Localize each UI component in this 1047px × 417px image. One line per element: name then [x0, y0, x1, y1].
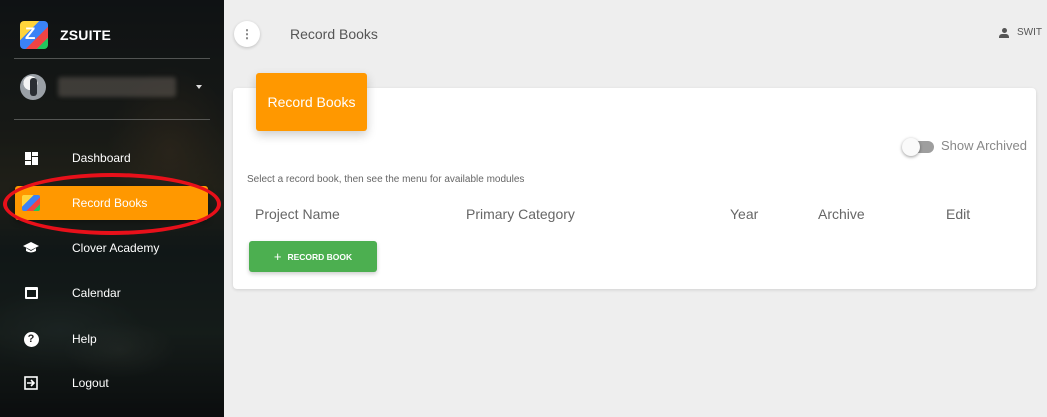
user-menu[interactable]	[20, 72, 210, 102]
dashboard-icon	[21, 148, 41, 168]
page-title: Record Books	[290, 26, 378, 42]
show-archived-toggle[interactable]	[902, 138, 934, 156]
sidebar: ZSUITE Dashboard	[0, 0, 224, 417]
column-header-edit[interactable]: Edit	[946, 206, 970, 222]
instructions-text: Select a record book, then see the menu …	[247, 174, 525, 185]
graduation-cap-icon	[21, 238, 41, 258]
sidebar-item-help[interactable]: ? Help	[15, 322, 208, 356]
sidebar-item-label: Record Books	[72, 196, 148, 210]
sidebar-item-label: Dashboard	[72, 151, 131, 165]
add-record-book-button[interactable]: + RECORD BOOK	[249, 241, 377, 272]
sidebar-item-calendar[interactable]: Calendar	[15, 276, 208, 310]
card-header: Record Books	[256, 73, 367, 131]
sidebar-item-label: Logout	[72, 376, 109, 390]
sidebar-item-label: Clover Academy	[72, 241, 160, 255]
sidebar-item-logout[interactable]: Logout	[15, 366, 208, 400]
zsuite-logo-icon	[20, 21, 48, 49]
sidebar-item-label: Calendar	[72, 286, 121, 300]
avatar	[20, 74, 46, 100]
user-name-redacted	[58, 77, 176, 97]
record-books-icon	[21, 193, 41, 213]
plus-icon: +	[273, 249, 282, 264]
show-archived-label: Show Archived	[941, 138, 1027, 153]
person-icon	[999, 27, 1009, 38]
sidebar-item-record-books[interactable]: Record Books	[15, 186, 208, 220]
caret-down-icon	[196, 85, 202, 89]
brand[interactable]: ZSUITE	[20, 21, 111, 49]
calendar-icon	[21, 283, 41, 303]
more-vert-icon[interactable]: ⋮	[234, 21, 260, 47]
sidebar-item-dashboard[interactable]: Dashboard	[15, 141, 208, 175]
topbar: ⋮ Record Books SWIT	[224, 0, 1047, 68]
divider	[14, 119, 210, 120]
column-header-primary-category[interactable]: Primary Category	[466, 206, 575, 222]
help-icon: ?	[21, 329, 41, 349]
logout-icon	[21, 373, 41, 393]
column-header-project-name[interactable]: Project Name	[255, 206, 340, 222]
column-header-year[interactable]: Year	[730, 206, 758, 222]
sidebar-item-label: Help	[72, 332, 97, 346]
switch-user-link[interactable]: SWIT	[999, 27, 1042, 38]
switch-label: SWIT	[1017, 27, 1042, 38]
divider	[14, 58, 210, 59]
column-header-archive[interactable]: Archive	[818, 206, 865, 222]
app-name: ZSUITE	[60, 27, 111, 43]
add-button-label: RECORD BOOK	[287, 251, 353, 262]
sidebar-item-clover-academy[interactable]: Clover Academy	[15, 231, 208, 265]
